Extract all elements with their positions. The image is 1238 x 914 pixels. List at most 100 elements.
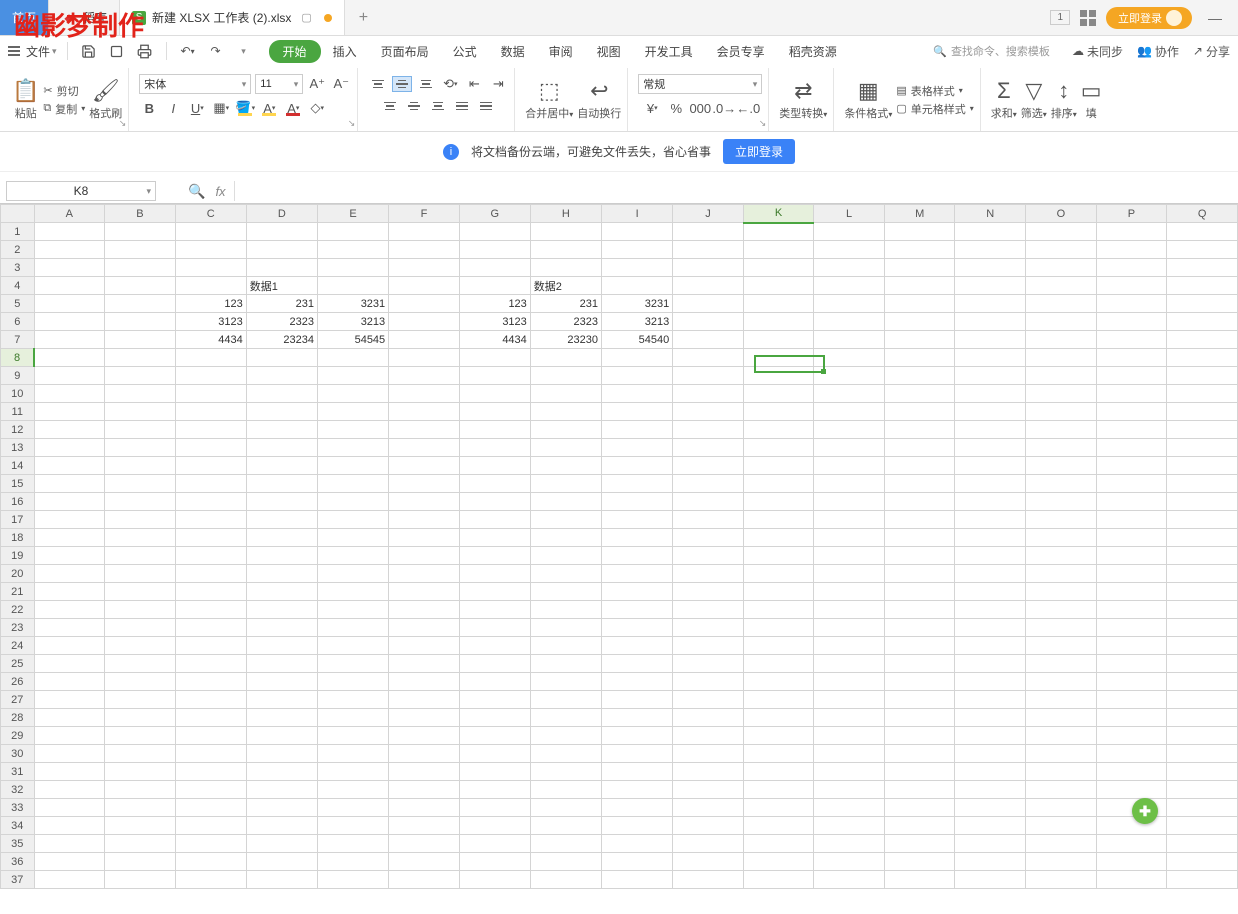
- cell-C25[interactable]: [175, 655, 246, 673]
- cell-M33[interactable]: [884, 799, 955, 817]
- cell-D1[interactable]: [246, 223, 317, 241]
- cell-D4[interactable]: 数据1: [246, 277, 317, 295]
- cell-P29[interactable]: [1096, 727, 1167, 745]
- cell-F20[interactable]: [389, 565, 460, 583]
- cell-O18[interactable]: [1026, 529, 1097, 547]
- cell-G32[interactable]: [459, 781, 530, 799]
- print-icon[interactable]: [134, 40, 156, 62]
- cell-G17[interactable]: [459, 511, 530, 529]
- cell-J8[interactable]: [673, 349, 744, 367]
- cell-C23[interactable]: [175, 619, 246, 637]
- cell-N23[interactable]: [955, 619, 1026, 637]
- cell-C36[interactable]: [175, 853, 246, 871]
- cell-B27[interactable]: [105, 691, 176, 709]
- cell-A19[interactable]: [34, 547, 105, 565]
- cell-N32[interactable]: [955, 781, 1026, 799]
- cell-M19[interactable]: [884, 547, 955, 565]
- menu-tab-6[interactable]: 视图: [585, 39, 633, 64]
- cell-H11[interactable]: [530, 403, 601, 421]
- cell-H15[interactable]: [530, 475, 601, 493]
- cell-style-button[interactable]: ▢单元格样式▾: [896, 101, 973, 117]
- cell-H34[interactable]: [530, 817, 601, 835]
- increase-font-icon[interactable]: A⁺: [307, 74, 327, 94]
- cell-M15[interactable]: [884, 475, 955, 493]
- cell-L33[interactable]: [814, 799, 885, 817]
- cell-M1[interactable]: [884, 223, 955, 241]
- row-header-37[interactable]: 37: [1, 871, 35, 889]
- cell-C29[interactable]: [175, 727, 246, 745]
- cell-M26[interactable]: [884, 673, 955, 691]
- conditional-format-button[interactable]: ▦ 条件格式▾: [844, 78, 892, 121]
- cell-O19[interactable]: [1026, 547, 1097, 565]
- cell-B36[interactable]: [105, 853, 176, 871]
- cell-N20[interactable]: [955, 565, 1026, 583]
- cell-B29[interactable]: [105, 727, 176, 745]
- cell-H7[interactable]: 23230: [530, 331, 601, 349]
- cell-P31[interactable]: [1096, 763, 1167, 781]
- cell-K32[interactable]: [743, 781, 814, 799]
- cell-I24[interactable]: [602, 637, 673, 655]
- cell-K18[interactable]: [743, 529, 814, 547]
- cell-O20[interactable]: [1026, 565, 1097, 583]
- cell-L19[interactable]: [814, 547, 885, 565]
- cell-E24[interactable]: [317, 637, 388, 655]
- cell-G22[interactable]: [459, 601, 530, 619]
- cell-B34[interactable]: [105, 817, 176, 835]
- cell-L21[interactable]: [814, 583, 885, 601]
- menu-tab-8[interactable]: 会员专享: [705, 39, 777, 64]
- cell-N19[interactable]: [955, 547, 1026, 565]
- cell-I20[interactable]: [602, 565, 673, 583]
- cell-L34[interactable]: [814, 817, 885, 835]
- cell-H22[interactable]: [530, 601, 601, 619]
- cell-B10[interactable]: [105, 385, 176, 403]
- sync-banner-login-button[interactable]: 立即登录: [723, 139, 795, 164]
- cell-A35[interactable]: [34, 835, 105, 853]
- cell-J19[interactable]: [673, 547, 744, 565]
- cell-E21[interactable]: [317, 583, 388, 601]
- cell-J6[interactable]: [673, 313, 744, 331]
- cell-O34[interactable]: [1026, 817, 1097, 835]
- cell-M9[interactable]: [884, 367, 955, 385]
- cell-A17[interactable]: [34, 511, 105, 529]
- cell-N24[interactable]: [955, 637, 1026, 655]
- cell-M18[interactable]: [884, 529, 955, 547]
- cell-E37[interactable]: [317, 871, 388, 889]
- cell-C20[interactable]: [175, 565, 246, 583]
- cell-L17[interactable]: [814, 511, 885, 529]
- cell-G19[interactable]: [459, 547, 530, 565]
- cell-H31[interactable]: [530, 763, 601, 781]
- cell-Q2[interactable]: [1167, 241, 1238, 259]
- cell-L23[interactable]: [814, 619, 885, 637]
- cell-N16[interactable]: [955, 493, 1026, 511]
- cell-J36[interactable]: [673, 853, 744, 871]
- currency-button[interactable]: ¥▾: [642, 98, 662, 118]
- col-header-J[interactable]: J: [673, 205, 744, 223]
- cell-B28[interactable]: [105, 709, 176, 727]
- cell-C6[interactable]: 3123: [175, 313, 246, 331]
- cell-N10[interactable]: [955, 385, 1026, 403]
- cell-C21[interactable]: [175, 583, 246, 601]
- cell-O15[interactable]: [1026, 475, 1097, 493]
- cell-A32[interactable]: [34, 781, 105, 799]
- menu-tab-4[interactable]: 数据: [489, 39, 537, 64]
- cell-P10[interactable]: [1096, 385, 1167, 403]
- cell-M12[interactable]: [884, 421, 955, 439]
- cell-K27[interactable]: [743, 691, 814, 709]
- cell-Q13[interactable]: [1167, 439, 1238, 457]
- cell-F33[interactable]: [389, 799, 460, 817]
- cell-L29[interactable]: [814, 727, 885, 745]
- cell-H10[interactable]: [530, 385, 601, 403]
- cell-J32[interactable]: [673, 781, 744, 799]
- cell-O7[interactable]: [1026, 331, 1097, 349]
- cell-L32[interactable]: [814, 781, 885, 799]
- cell-G27[interactable]: [459, 691, 530, 709]
- cell-Q30[interactable]: [1167, 745, 1238, 763]
- cell-A28[interactable]: [34, 709, 105, 727]
- cell-E10[interactable]: [317, 385, 388, 403]
- cell-K23[interactable]: [743, 619, 814, 637]
- cell-O9[interactable]: [1026, 367, 1097, 385]
- login-pill[interactable]: 立即登录: [1106, 7, 1192, 29]
- cell-M10[interactable]: [884, 385, 955, 403]
- cell-D18[interactable]: [246, 529, 317, 547]
- cell-C1[interactable]: [175, 223, 246, 241]
